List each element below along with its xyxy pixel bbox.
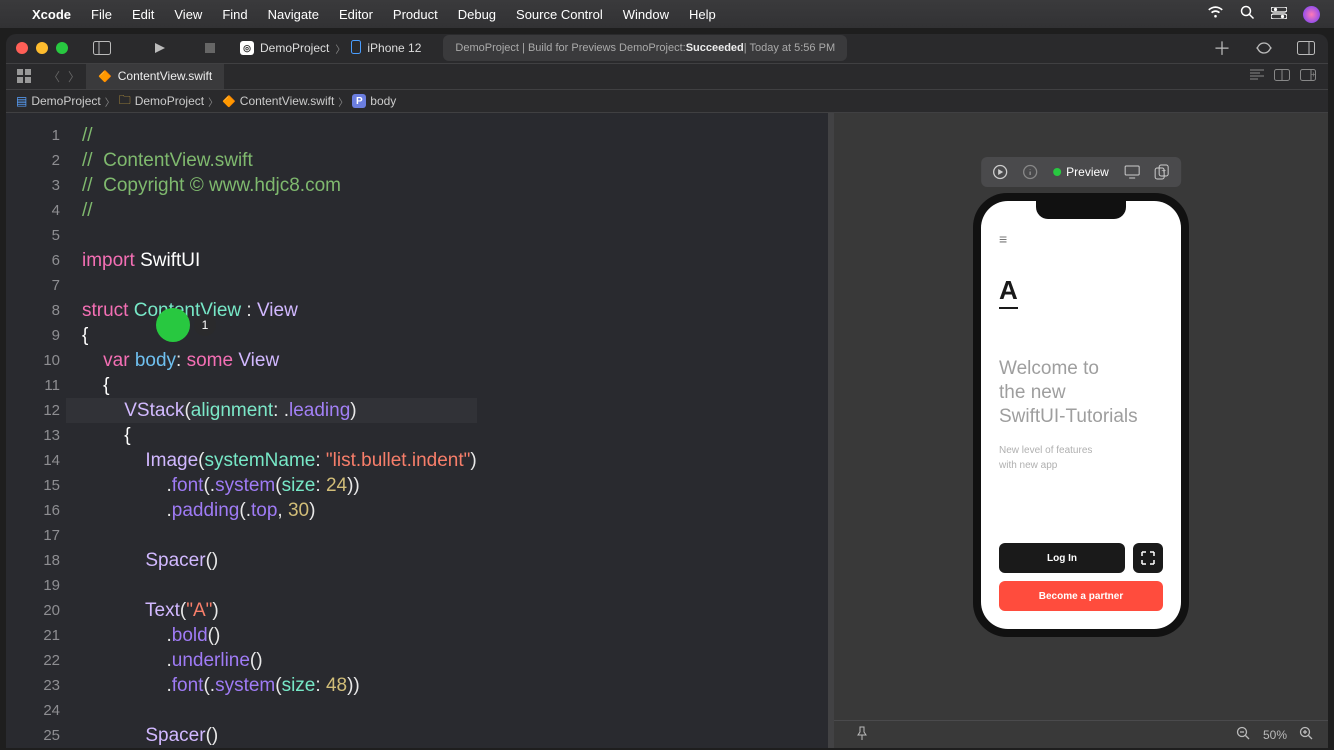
swift-file-icon: 🔶 <box>98 70 112 83</box>
related-items-icon[interactable] <box>6 64 42 89</box>
qr-button[interactable] <box>1133 543 1163 573</box>
forward-icon[interactable]: 〉 <box>68 68 80 85</box>
xcode-window: ◎ DemoProject 〉 iPhone 12 DemoProject | … <box>6 34 1328 748</box>
partner-button[interactable]: Become a partner <box>999 581 1163 611</box>
zoom-in-icon[interactable] <box>1299 726 1314 744</box>
preview-status[interactable]: Preview <box>1047 165 1115 179</box>
window-toolbar: ◎ DemoProject 〉 iPhone 12 DemoProject | … <box>6 34 1328 64</box>
preview-device-icon[interactable] <box>1119 161 1145 183</box>
swift-file-icon: 🔶 <box>222 95 236 108</box>
svg-text:+: + <box>1311 70 1316 79</box>
folder-icon: 🗀 <box>119 91 131 112</box>
menubar-help[interactable]: Help <box>689 7 716 22</box>
tab-contentview[interactable]: 🔶 ContentView.swift <box>86 64 224 89</box>
add-icon[interactable]: ＋ <box>1210 36 1234 60</box>
build-status-time: | Today at 5:56 PM <box>744 42 835 54</box>
path-bar[interactable]: ▤ DemoProject 〉 🗀 DemoProject 〉 🔶 Conten… <box>6 90 1328 113</box>
tab-label: ContentView.swift <box>118 69 213 83</box>
menubar-app[interactable]: Xcode <box>32 7 71 22</box>
zoom-out-icon[interactable] <box>1236 726 1251 744</box>
path-project[interactable]: DemoProject <box>31 94 100 108</box>
preview-label: Preview <box>1066 165 1109 179</box>
history-back-forward[interactable]: 〈 〉 <box>42 64 86 89</box>
add-editor-icon[interactable]: + <box>1300 69 1316 84</box>
phone-notch <box>1036 201 1126 219</box>
preview-duplicate-icon[interactable]: + <box>1149 161 1175 183</box>
scheme-selector[interactable]: ◎ DemoProject 〉 iPhone 12 <box>240 40 421 57</box>
close-button[interactable] <box>16 42 28 54</box>
menubar-navigate[interactable]: Navigate <box>268 7 319 22</box>
preview-subtext: New level of features with new app <box>999 443 1163 473</box>
preview-toolbar: Preview + <box>981 157 1181 187</box>
chevron-right-icon: 〉 <box>208 94 218 109</box>
preview-status-dot-icon <box>1053 168 1061 176</box>
menubar-edit[interactable]: Edit <box>132 7 154 22</box>
adjust-editor-icon[interactable] <box>1274 69 1290 84</box>
zoom-button[interactable] <box>56 42 68 54</box>
preview-live-icon[interactable] <box>987 161 1013 183</box>
phone-screen[interactable]: ≡ A Welcome to the new SwiftUI-Tutorials… <box>981 201 1181 629</box>
svg-text:+: + <box>1161 166 1166 175</box>
list-bullet-icon: ≡ <box>999 231 1163 247</box>
preview-status-bar: 50% <box>834 720 1328 748</box>
preview-headline: Welcome to the new SwiftUI-Tutorials <box>999 357 1163 429</box>
build-status[interactable]: DemoProject | Build for Previews DemoPro… <box>443 35 847 61</box>
menubar-window[interactable]: Window <box>623 7 669 22</box>
code-area[interactable]: 1 // // ContentView.swift // Copyright ©… <box>74 113 477 748</box>
menubar-debug[interactable]: Debug <box>458 7 496 22</box>
scheme-project-label: DemoProject <box>260 41 329 55</box>
menubar-file[interactable]: File <box>91 7 112 22</box>
preview-inspect-icon[interactable] <box>1017 161 1043 183</box>
preview-letter: A <box>999 275 1018 309</box>
traffic-lights <box>16 42 68 54</box>
app-icon: ◎ <box>240 41 254 55</box>
library-icon[interactable] <box>1252 36 1276 60</box>
navigator-toggle-icon[interactable] <box>90 36 114 60</box>
minimap-icon[interactable] <box>1250 69 1264 84</box>
login-button[interactable]: Log In <box>999 543 1125 573</box>
stop-button[interactable] <box>198 36 222 60</box>
minimize-button[interactable] <box>36 42 48 54</box>
build-status-prefix: DemoProject | Build for Previews DemoPro… <box>455 42 685 54</box>
tab-bar: 〈 〉 🔶 ContentView.swift + <box>6 64 1328 90</box>
control-center-icon[interactable] <box>1271 6 1287 22</box>
current-line-highlight <box>66 398 477 423</box>
editor-split: 1234567891011121314151617181920212223242… <box>6 113 1328 748</box>
code-editor[interactable]: 1234567891011121314151617181920212223242… <box>6 113 828 748</box>
pin-preview-icon[interactable] <box>856 726 868 743</box>
macos-menubar: Xcode File Edit View Find Navigate Edito… <box>0 0 1334 28</box>
user-avatar-icon[interactable] <box>1303 6 1320 23</box>
line-gutter: 1234567891011121314151617181920212223242… <box>6 113 74 748</box>
path-file[interactable]: ContentView.swift <box>240 94 335 108</box>
menubar-product[interactable]: Product <box>393 7 438 22</box>
vcs-annotation-badge[interactable] <box>156 308 190 342</box>
menubar-source-control[interactable]: Source Control <box>516 7 603 22</box>
inspector-toggle-icon[interactable] <box>1294 36 1318 60</box>
vcs-annotation-count: 1 <box>194 314 216 336</box>
wifi-icon[interactable] <box>1207 6 1224 22</box>
path-symbol[interactable]: body <box>370 94 396 108</box>
chevron-right-icon: 〉 <box>338 94 348 109</box>
path-folder[interactable]: DemoProject <box>135 94 204 108</box>
preview-panel: Preview + ≡ A Welcome to the new SwiftUI… <box>828 113 1328 748</box>
scheme-device-label: iPhone 12 <box>367 41 421 55</box>
property-icon: P <box>352 94 366 108</box>
menubar-find[interactable]: Find <box>222 7 247 22</box>
menubar-editor[interactable]: Editor <box>339 7 373 22</box>
build-status-result: Succeeded <box>686 42 744 54</box>
menubar-view[interactable]: View <box>174 7 202 22</box>
chevron-right-icon: 〉 <box>335 41 345 56</box>
phone-mockup: ≡ A Welcome to the new SwiftUI-Tutorials… <box>973 193 1189 637</box>
run-button[interactable] <box>148 36 172 60</box>
iphone-icon <box>351 40 361 57</box>
code-text[interactable]: // // ContentView.swift // Copyright © w… <box>82 123 477 748</box>
zoom-level[interactable]: 50% <box>1263 728 1287 742</box>
spotlight-icon[interactable] <box>1240 5 1255 23</box>
project-icon: ▤ <box>16 94 27 108</box>
chevron-right-icon: 〉 <box>105 94 115 109</box>
back-icon[interactable]: 〈 <box>48 68 60 85</box>
